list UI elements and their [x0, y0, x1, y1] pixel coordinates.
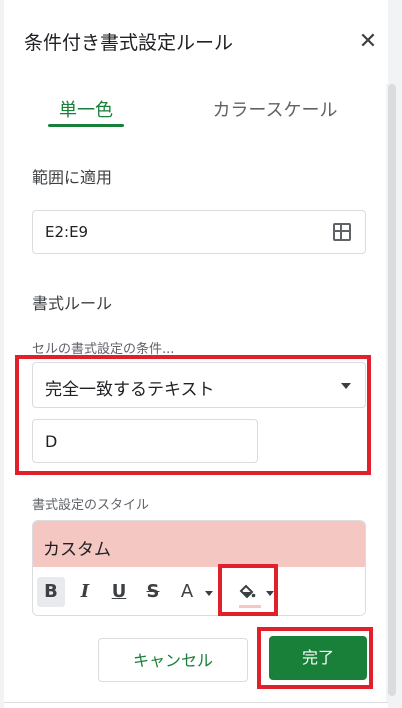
condition-input-text: D	[45, 432, 58, 451]
scrollbar-thumb[interactable]	[388, 84, 396, 696]
scrollbar[interactable]	[386, 84, 398, 702]
bold-button[interactable]: B	[37, 577, 65, 607]
active-tab-indicator	[48, 124, 124, 127]
range-label: 範囲に適用	[32, 168, 113, 187]
done-button[interactable]: 完了	[269, 636, 367, 680]
fill-color-chevron-icon	[266, 591, 274, 596]
range-value: E2:E9	[45, 223, 89, 241]
tab-color-scale[interactable]: カラースケール	[210, 96, 340, 122]
range-input[interactable]: E2:E9	[32, 210, 366, 254]
tab-single-color[interactable]: 単一色	[48, 96, 124, 122]
condition-value-input[interactable]: D	[32, 419, 258, 463]
underline-button[interactable]: U	[105, 577, 133, 607]
italic-button[interactable]: I	[71, 577, 99, 607]
panel-header: 条件付き書式設定ルール ✕	[4, 0, 388, 84]
text-color-button[interactable]: A	[173, 577, 201, 607]
condition-label: セルの書式設定の条件...	[32, 342, 175, 357]
style-preview[interactable]: カスタム	[33, 521, 365, 567]
text-color-icon: A	[180, 581, 194, 602]
format-toolbar: B I U S A	[33, 567, 365, 615]
grid-icon[interactable]	[333, 223, 351, 241]
strikethrough-button[interactable]: S	[139, 577, 167, 607]
chevron-down-icon	[341, 383, 351, 389]
conditional-format-panel: 条件付き書式設定ルール ✕ 単一色 カラースケール 範囲に適用 E2:E9 書式…	[4, 0, 388, 708]
text-color-chevron-icon	[205, 591, 213, 596]
cancel-button[interactable]: キャンセル	[98, 638, 248, 682]
panel-title: 条件付き書式設定ルール	[24, 32, 234, 54]
condition-dropdown[interactable]: 完全一致するテキスト	[32, 362, 366, 408]
condition-value: 完全一致するテキスト	[45, 380, 215, 400]
format-style-box: カスタム B I U S A	[32, 520, 366, 616]
divider	[4, 702, 388, 703]
style-preview-label: カスタム	[43, 540, 111, 560]
fill-color-indicator	[239, 605, 261, 608]
format-style-label: 書式設定のスタイル	[32, 498, 150, 513]
fill-color-button[interactable]	[233, 577, 261, 607]
paint-bucket-icon	[239, 584, 256, 599]
close-icon[interactable]: ✕	[354, 28, 382, 56]
format-rules-label: 書式ルール	[32, 294, 113, 313]
